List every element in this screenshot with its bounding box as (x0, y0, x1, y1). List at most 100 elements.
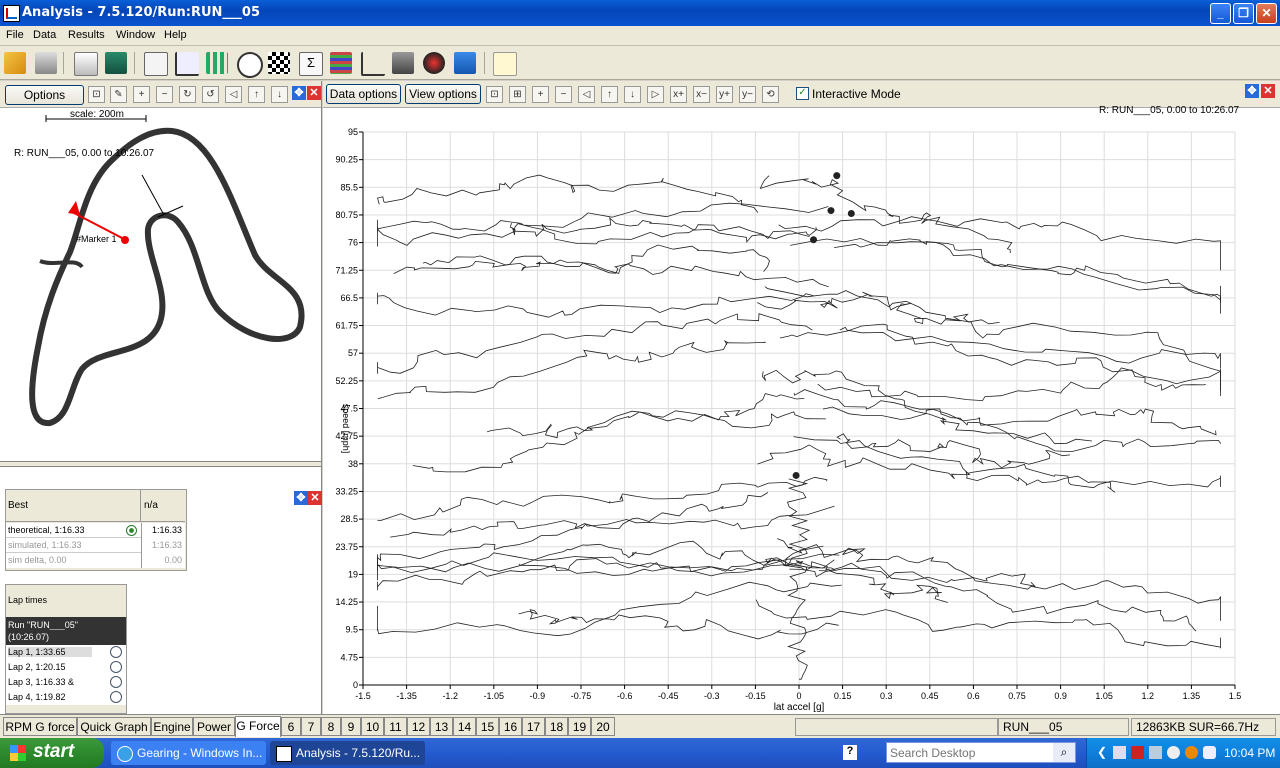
view-options-button[interactable]: View options (405, 84, 481, 104)
tab-6[interactable]: 6 (281, 717, 301, 736)
step-back-icon[interactable]: ◁ (225, 86, 242, 103)
y-zoom-out-icon[interactable]: y− (739, 86, 756, 103)
lap-row[interactable]: Lap 3, 1:16.33 & (6, 675, 126, 691)
tab-rpm-g-force[interactable]: RPM G force (3, 717, 77, 736)
menu-data[interactable]: Data (33, 29, 56, 41)
task-analysis[interactable]: Analysis - 7.5.120/Ru... (270, 741, 425, 765)
line-graph-icon[interactable] (175, 52, 199, 76)
search-box[interactable]: ⌕ (886, 742, 1076, 763)
tab-9[interactable]: 9 (341, 717, 361, 736)
dock-icon[interactable]: ✥ (292, 86, 306, 100)
network-icon[interactable] (1113, 746, 1126, 759)
tray-expand-icon[interactable]: ❮ (1097, 745, 1107, 759)
volume-icon[interactable] (1149, 746, 1162, 759)
tab-7[interactable]: 7 (301, 717, 321, 736)
clipboard-icon[interactable] (74, 52, 98, 76)
lap-row[interactable]: Lap 4, 1:19.82 (6, 690, 126, 705)
wifi-icon[interactable] (1203, 746, 1216, 759)
tab-19[interactable]: 19 (568, 717, 591, 736)
tab-8[interactable]: 8 (321, 717, 341, 736)
track-edit-icon[interactable]: ✎ (110, 86, 127, 103)
menu-file[interactable]: File (6, 29, 24, 41)
x-zoom-in-icon[interactable]: x+ (670, 86, 687, 103)
minimize-button[interactable]: _ (1210, 3, 1231, 24)
zoom-out-icon[interactable]: − (555, 86, 572, 103)
interactive-mode-checkbox[interactable]: ✓ (796, 87, 809, 100)
track-map-icon[interactable] (144, 52, 168, 76)
y-zoom-in-icon[interactable]: y+ (716, 86, 733, 103)
data-options-button[interactable]: Data options (326, 84, 401, 104)
g-force-scatter-chart[interactable]: -1.5 -1.35 -1.2 -1.05 -0.9 -0.75 -0.6 -0.45 -0.3… (323, 107, 1280, 714)
tab-18[interactable]: 18 (545, 717, 568, 736)
update-icon[interactable] (1185, 746, 1198, 759)
save-icon[interactable] (105, 52, 127, 74)
tab-power[interactable]: Power (193, 717, 235, 736)
print-icon[interactable] (35, 52, 57, 74)
close-button[interactable]: ✕ (1256, 3, 1277, 24)
close-panel-icon[interactable]: ✕ (307, 86, 321, 100)
tab-10[interactable]: 10 (361, 717, 384, 736)
menu-help[interactable]: Help (164, 29, 187, 41)
search-icon[interactable]: ⌕ (1053, 743, 1075, 762)
tab-g-force[interactable]: G Force (235, 716, 281, 737)
tab-17[interactable]: 17 (522, 717, 545, 736)
lap-radio[interactable] (110, 646, 122, 658)
tab-13[interactable]: 13 (430, 717, 453, 736)
track-map[interactable] (0, 107, 321, 462)
scatter-icon[interactable] (361, 52, 385, 76)
tab-11[interactable]: 11 (384, 717, 407, 736)
stopwatch-icon[interactable] (237, 52, 263, 78)
zoom-in-icon[interactable]: + (532, 86, 549, 103)
menu-window[interactable]: Window (116, 29, 155, 41)
options-button[interactable]: Options (5, 85, 84, 105)
step-forward-icon[interactable]: ▷ (647, 86, 664, 103)
zoom-in-icon[interactable]: + (133, 86, 150, 103)
lap-radio[interactable] (110, 661, 122, 673)
zoom-box-icon[interactable]: ⊡ (88, 86, 105, 103)
help-icon[interactable] (493, 52, 517, 76)
tab-20[interactable]: 20 (591, 717, 615, 736)
zoom-out-icon[interactable]: − (156, 86, 173, 103)
open-folder-icon[interactable] (4, 52, 26, 74)
table-icon[interactable] (330, 52, 352, 74)
tab-14[interactable]: 14 (453, 717, 476, 736)
lap-row[interactable]: Lap 2, 1:20.15 (6, 660, 126, 676)
tab-quick-graph[interactable]: Quick Graph (77, 717, 151, 736)
tab-15[interactable]: 15 (476, 717, 499, 736)
up-arrow-icon[interactable]: ↑ (601, 86, 618, 103)
task-gearing[interactable]: Gearing - Windows In... (111, 741, 266, 765)
zoom-reset-icon[interactable]: ⟲ (762, 86, 779, 103)
rotate-ccw-icon[interactable]: ↺ (202, 86, 219, 103)
sigma-icon[interactable]: Σ (299, 52, 323, 76)
start-button[interactable]: start (0, 738, 104, 768)
theoretical-radio[interactable] (126, 525, 137, 536)
down-arrow-icon[interactable]: ↓ (271, 86, 288, 103)
help-icon[interactable]: ? (843, 745, 857, 760)
maximize-button[interactable]: ❐ (1233, 3, 1254, 24)
down-arrow-icon[interactable]: ↓ (624, 86, 641, 103)
panel-splitter[interactable] (0, 461, 321, 467)
close-results-icon[interactable]: ✕ (308, 491, 322, 505)
tab-12[interactable]: 12 (407, 717, 430, 736)
up-arrow-icon[interactable]: ↑ (248, 86, 265, 103)
histogram-icon[interactable] (206, 52, 228, 74)
dock-icon[interactable]: ✥ (1245, 84, 1259, 98)
dock-results-icon[interactable]: ✥ (294, 491, 308, 505)
lap-row[interactable]: Lap 1, 1:33.65 (6, 645, 126, 661)
menu-results[interactable]: Results (68, 29, 105, 41)
lap-radio[interactable] (110, 676, 122, 688)
run-row[interactable]: Run "RUN___05" (10:26.07) (6, 617, 126, 645)
search-tray-icon[interactable] (1167, 746, 1180, 759)
close-panel-icon[interactable]: ✕ (1261, 84, 1275, 98)
step-back-icon[interactable]: ◁ (578, 86, 595, 103)
pdf-icon[interactable] (1131, 746, 1144, 759)
lap-radio[interactable] (110, 691, 122, 703)
checkered-flag-icon[interactable] (268, 52, 290, 74)
zoom-box-icon[interactable]: ⊡ (486, 86, 503, 103)
gauge-icon[interactable] (423, 52, 445, 74)
search-input[interactable] (887, 743, 1047, 762)
tab-engine[interactable]: Engine (151, 717, 193, 736)
rotate-cw-icon[interactable]: ↻ (179, 86, 196, 103)
film-icon[interactable] (392, 52, 414, 74)
zoom-select-icon[interactable]: ⊞ (509, 86, 526, 103)
